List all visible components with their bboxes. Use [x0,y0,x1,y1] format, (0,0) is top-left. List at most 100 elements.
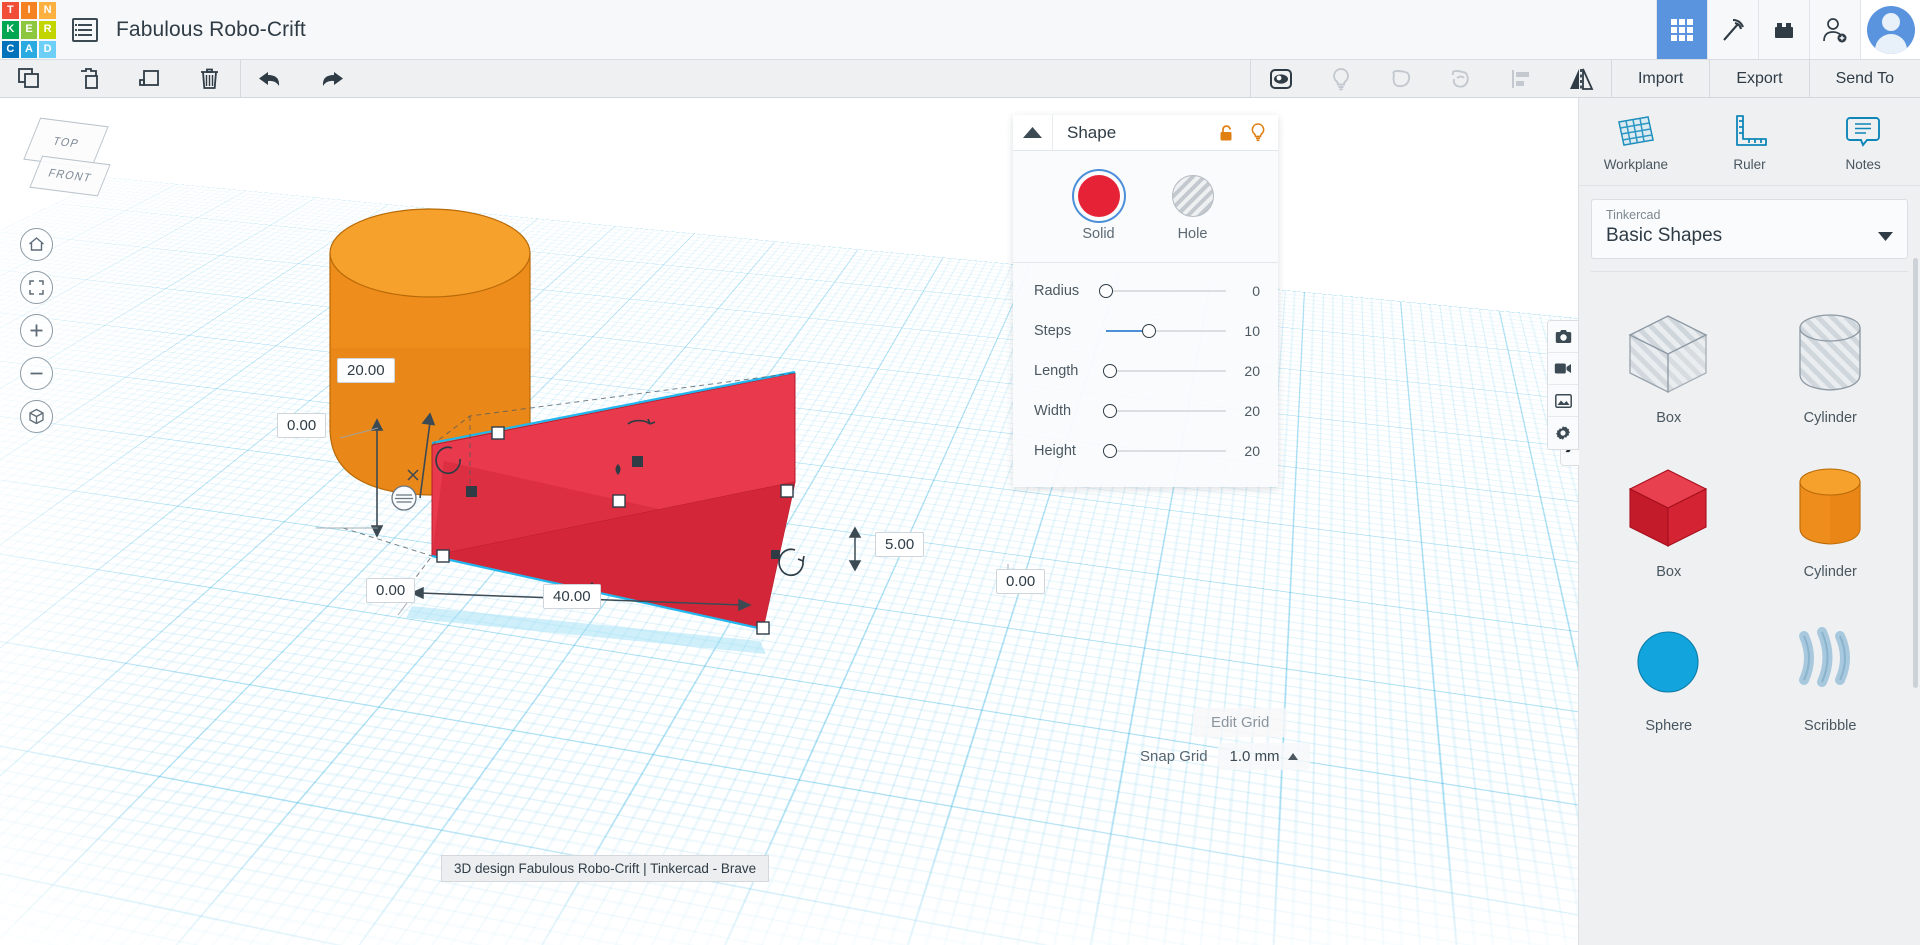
width-dimension[interactable]: 5.00 [875,532,924,557]
unlock-icon[interactable] [1210,124,1244,142]
shape-box-hole[interactable]: Box [1591,286,1747,426]
lightbulb-icon[interactable] [1311,60,1371,98]
steps-value[interactable]: 10 [1234,323,1260,339]
shape-cylinder-solid[interactable]: Cylinder [1753,440,1909,580]
show-hide-eye-icon[interactable] [1251,60,1311,98]
slider-knob[interactable] [1099,284,1113,298]
length-dimension[interactable]: 40.00 [543,584,601,609]
shape-box-solid[interactable]: Box [1591,440,1747,580]
pickaxe-icon[interactable] [1707,0,1758,59]
origin-y-dimension[interactable]: 0.00 [996,569,1045,594]
screenshot-camera-icon[interactable] [1548,321,1578,353]
solid-swatch-dot [1078,175,1120,217]
shape-panel-body: Solid Hole Radius 0 Steps [1013,151,1278,487]
logo-tile-k: K [2,21,19,38]
object-tools [1251,60,1611,97]
solid-swatch[interactable]: Solid [1078,175,1120,242]
property-row-steps: Steps 10 [1013,311,1278,351]
send-to-button[interactable]: Send To [1809,60,1920,98]
lego-brick-icon[interactable] [1758,0,1809,59]
align-icon[interactable] [1491,60,1551,98]
edit-grid-button[interactable]: Edit Grid [1193,708,1287,737]
chevron-down-icon [1878,228,1893,246]
height-slider[interactable] [1106,442,1226,460]
ruler-tool-label: Ruler [1733,157,1765,172]
duplicate-button[interactable] [120,60,180,98]
hamburger-list-icon [72,18,98,42]
workplane-tool-label: Workplane [1604,157,1668,172]
property-row-length: Length 20 [1013,351,1278,391]
origin-x-dimension[interactable]: 0.00 [366,578,415,603]
shape-scribble[interactable]: Scribble [1753,594,1909,734]
height-dimension[interactable]: 20.00 [337,358,395,383]
shape-cylinder-hole[interactable]: Cylinder [1753,286,1909,426]
sidebar-scrollbar[interactable] [1913,258,1918,688]
slider-track [1106,450,1226,452]
hole-swatch[interactable]: Hole [1172,175,1214,242]
ruler-icon [1730,112,1770,150]
lightbulb-icon[interactable] [1244,123,1278,142]
notes-tool[interactable]: Notes [1806,98,1920,185]
export-image-icon[interactable] [1548,385,1578,417]
length-slider[interactable] [1106,362,1226,380]
user-avatar-button[interactable] [1860,0,1920,59]
logo-tile-i: I [21,2,38,19]
triangle-up-icon[interactable] [1013,115,1053,151]
video-record-icon[interactable] [1548,353,1578,385]
snap-grid-value: 1.0 mm [1230,748,1280,765]
slider-knob[interactable] [1103,364,1117,378]
height-label: Height [1034,443,1106,459]
delete-button[interactable] [180,60,240,98]
slider-knob[interactable] [1103,404,1117,418]
workplane-tool[interactable]: Workplane [1579,98,1693,185]
width-label: Width [1034,403,1106,419]
paste-button[interactable] [60,60,120,98]
topbar-spacer [306,0,1656,59]
height-value[interactable]: 20 [1234,443,1260,459]
width-slider[interactable] [1106,402,1226,420]
settings-gear-icon[interactable] [1548,417,1578,449]
copy-button[interactable] [0,60,60,98]
caret-up-icon [1288,753,1298,760]
tinkercad-logo[interactable]: TINKERCAD [0,0,58,60]
shape-library-dropdown[interactable]: Tinkercad Basic Shapes [1591,199,1908,259]
radius-label: Radius [1034,283,1106,299]
tinkercad-app: TINKERCAD Fabulous Robo-Crift [0,0,1920,945]
design-canvas[interactable]: TOP FRONT [0,98,1578,945]
add-person-icon[interactable] [1809,0,1860,59]
logo-tile-a: A [21,41,38,58]
radius-value[interactable]: 0 [1234,283,1260,299]
slider-knob[interactable] [1142,324,1156,338]
logo-tile-e: E [21,21,38,38]
radius-slider[interactable] [1106,282,1226,300]
width-value[interactable]: 20 [1234,403,1260,419]
history-tools [241,60,361,97]
group-icon[interactable] [1371,60,1431,98]
undo-button[interactable] [241,60,301,98]
redo-button[interactable] [301,60,361,98]
ruler-tool[interactable]: Ruler [1693,98,1807,185]
hole-swatch-dot [1172,175,1214,217]
length-value[interactable]: 20 [1234,363,1260,379]
slider-knob[interactable] [1103,444,1117,458]
shapes-layer[interactable] [0,98,1578,945]
taskbar-window-title[interactable]: 3D design Fabulous Robo-Crift | Tinkerca… [441,855,769,882]
logo-tile-t: T [2,2,19,19]
shape-panel-header: Shape [1013,115,1278,151]
steps-slider[interactable] [1106,322,1226,340]
width-dimension-arrow [850,528,860,570]
z-offset-dimension[interactable]: 0.00 [277,413,326,438]
shape-box-hole-label: Box [1656,410,1681,426]
ungroup-icon[interactable] [1431,60,1491,98]
main-menu-button[interactable] [58,0,112,59]
export-button[interactable]: Export [1709,60,1808,98]
import-button[interactable]: Import [1611,60,1709,98]
shape-sphere-solid[interactable]: Sphere [1591,594,1747,734]
grid-apps-icon[interactable] [1656,0,1707,59]
logo-tile-r: R [39,21,56,38]
notes-tool-label: Notes [1846,157,1881,172]
mirror-icon[interactable] [1551,60,1611,98]
snap-grid-select[interactable]: 1.0 mm [1218,743,1310,770]
library-name-label: Basic Shapes [1606,225,1893,247]
shape-scribble-label: Scribble [1804,718,1856,734]
